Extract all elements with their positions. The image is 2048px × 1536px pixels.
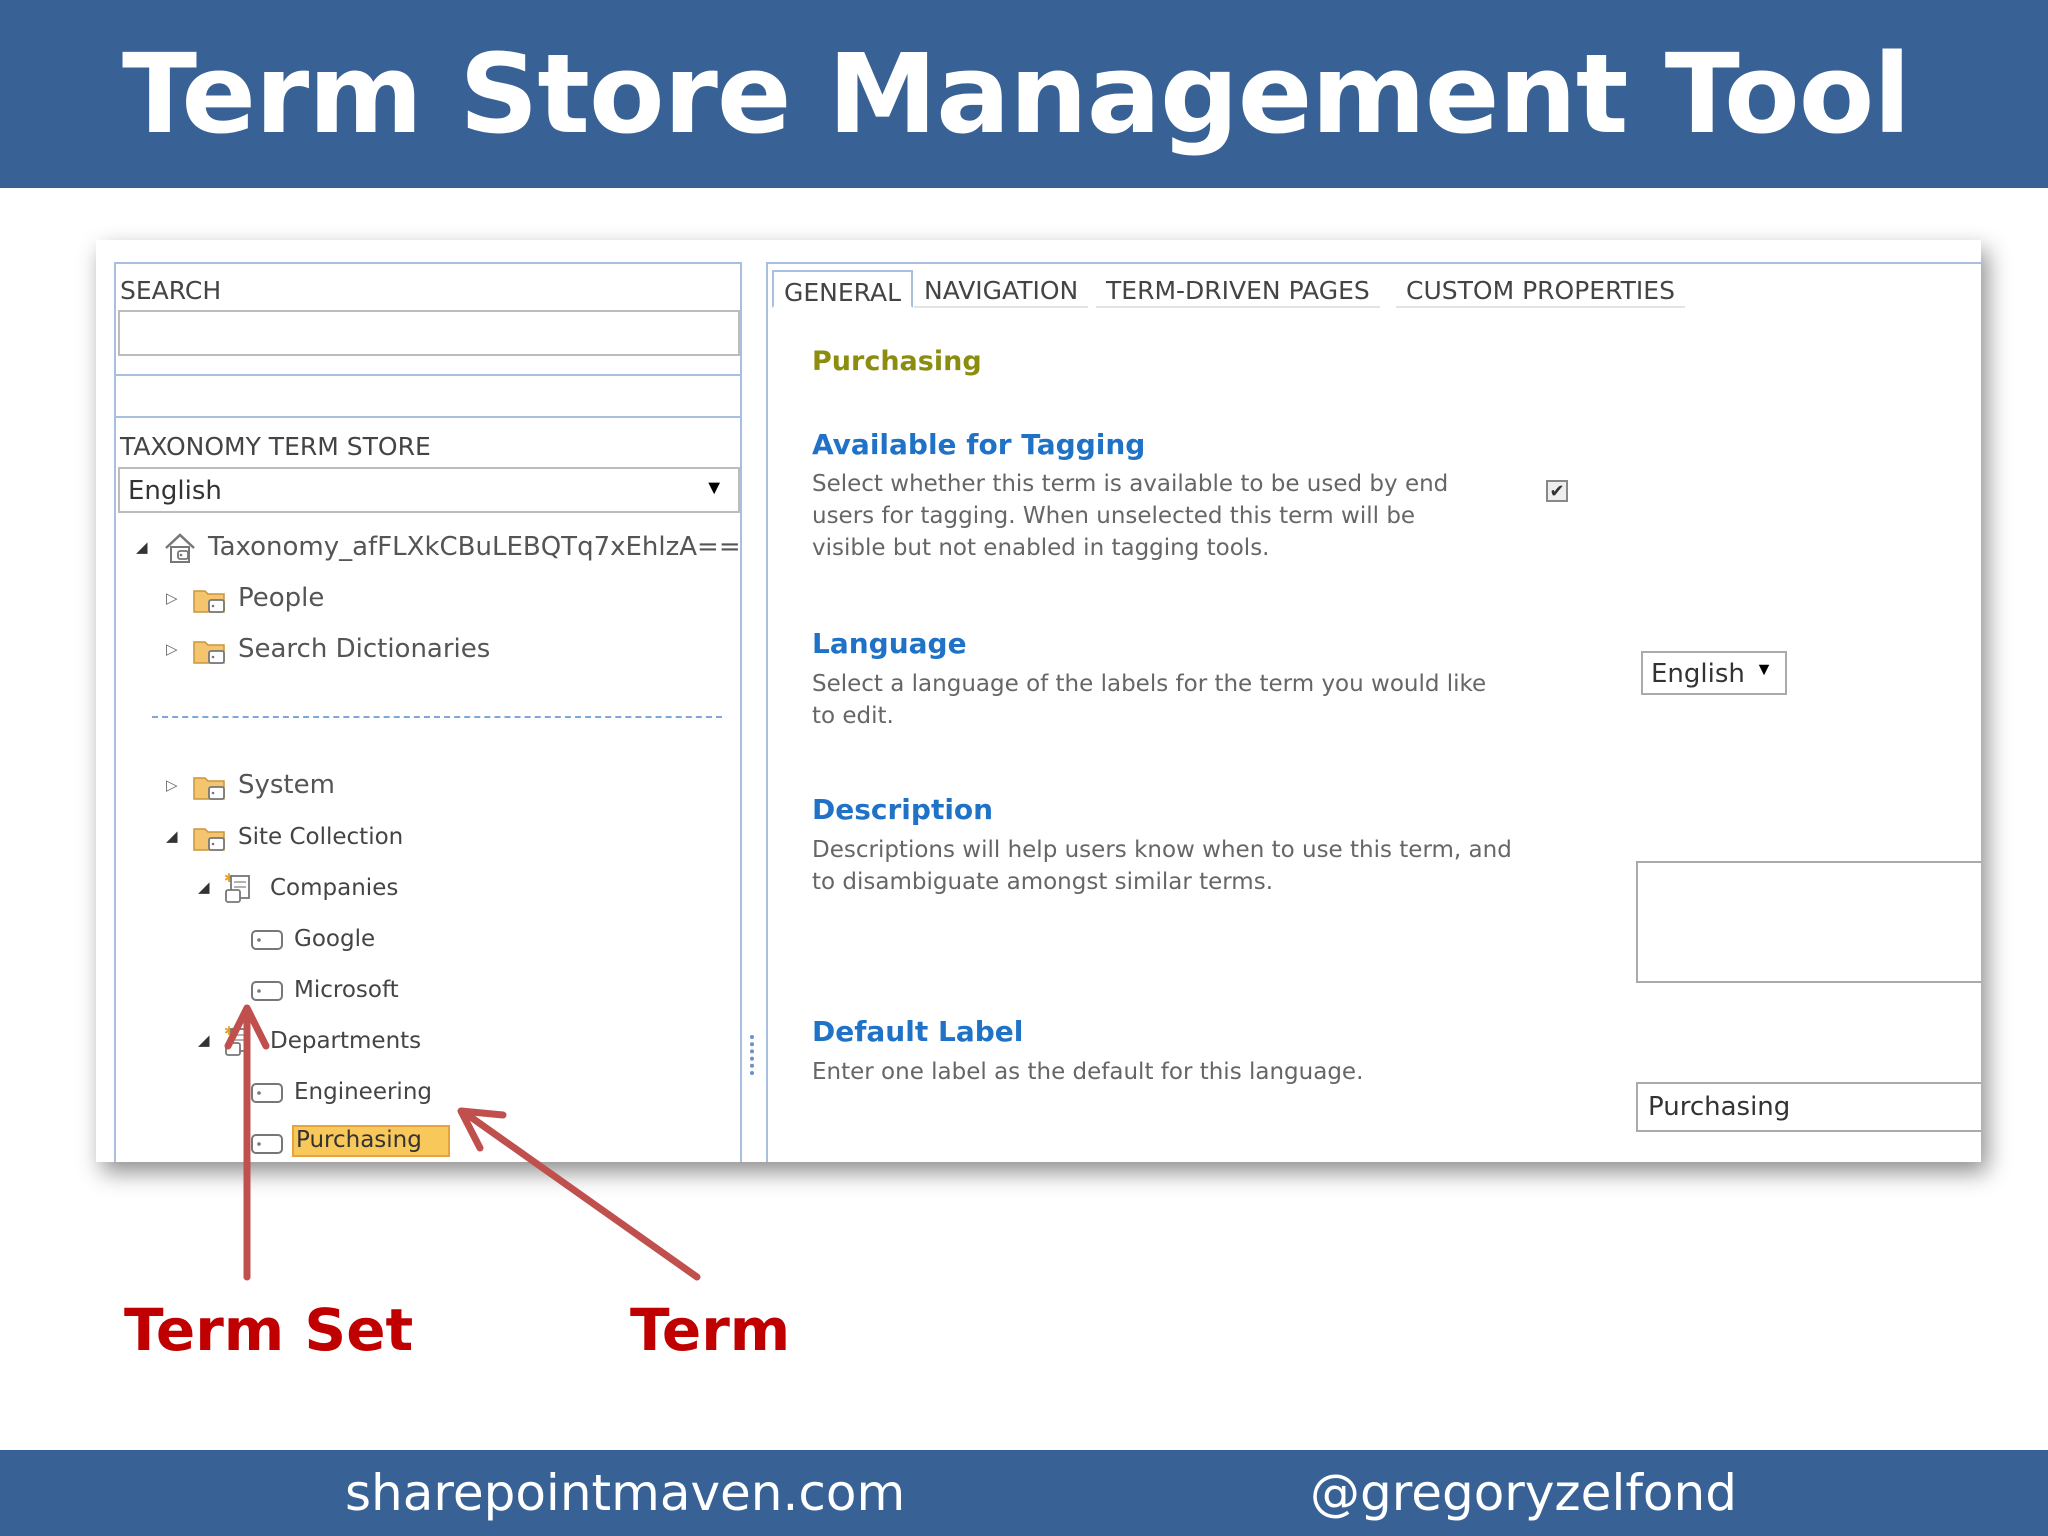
store-language-value: English <box>128 476 222 506</box>
term-tag-icon <box>251 1083 283 1103</box>
available-tagging-title: Available for Tagging <box>812 428 1146 461</box>
term-set-icon: ✱ <box>224 871 250 903</box>
description-textarea[interactable] <box>1636 861 1981 983</box>
term-store-screenshot: SEARCH TAXONOMY TERM STORE English ▼ ◢ T… <box>96 240 1981 1162</box>
description-help-text: Descriptions will help users know when t… <box>812 837 1512 895</box>
search-input[interactable] <box>118 310 740 356</box>
search-label: SEARCH <box>120 276 222 305</box>
description-title: Description <box>812 793 994 826</box>
default-label-input[interactable]: Purchasing <box>1636 1082 1981 1132</box>
right-panel: GENERAL NAVIGATION TERM-DRIVEN PAGES CUS… <box>766 262 1981 1162</box>
tab-general[interactable]: GENERAL <box>772 270 914 308</box>
available-tagging-description: Select whether this term is available to… <box>812 471 1449 561</box>
tree-divider <box>152 716 722 718</box>
term-tag-icon <box>251 930 283 950</box>
term-language-select[interactable]: English ▼ <box>1641 651 1787 695</box>
group-folder-icon <box>193 641 225 664</box>
group-folder-icon <box>193 777 225 800</box>
term-callout: Term <box>630 1296 791 1364</box>
expand-closed-icon[interactable]: ▷ <box>166 640 178 658</box>
tree-node-departments-label: Departments <box>270 1028 422 1054</box>
term-tag-icon <box>251 981 283 1001</box>
expand-open-icon[interactable]: ◢ <box>198 878 210 896</box>
chevron-down-icon: ▼ <box>1755 659 1773 679</box>
divider <box>116 416 740 418</box>
default-label-description: Enter one label as the default for this … <box>812 1059 1364 1085</box>
tab-custom-properties[interactable]: CUSTOM PROPERTIES <box>1396 270 1685 308</box>
term-tag-icon <box>251 1134 283 1154</box>
term-set-icon: ✱ <box>224 1024 250 1056</box>
check-icon: ✔ <box>1549 481 1565 501</box>
tree-node-engineering-label: Engineering <box>294 1079 432 1105</box>
language-title: Language <box>812 627 967 660</box>
left-panel: SEARCH TAXONOMY TERM STORE English ▼ ◢ T… <box>114 262 742 1162</box>
footer-handle: @gregoryzelfond <box>1310 1464 1737 1522</box>
taxonomy-store-label: TAXONOMY TERM STORE <box>120 432 431 461</box>
divider <box>116 374 740 376</box>
tree-node-system-label: System <box>238 770 335 800</box>
tree-node-companies-label: Companies <box>270 875 399 901</box>
footer-site-link: sharepointmaven.com <box>345 1464 906 1522</box>
tree-node-people-label: People <box>238 583 325 613</box>
term-store-home-icon <box>165 533 195 563</box>
group-folder-icon <box>193 828 225 851</box>
default-label-title: Default Label <box>812 1015 1024 1048</box>
available-tagging-checkbox[interactable]: ✔ <box>1546 480 1568 502</box>
term-name-heading: Purchasing <box>812 346 982 377</box>
group-folder-icon <box>193 590 225 613</box>
chevron-down-icon: ▼ <box>704 477 724 499</box>
tab-term-driven-pages[interactable]: TERM-DRIVEN PAGES <box>1096 270 1380 308</box>
tree-node-microsoft-label: Microsoft <box>294 977 399 1003</box>
footer-bar: sharepointmaven.com @gregoryzelfond <box>0 1450 2048 1536</box>
expand-closed-icon[interactable]: ▷ <box>166 776 178 794</box>
expand-open-icon[interactable]: ◢ <box>136 538 148 556</box>
tree-node-root-label: Taxonomy_afFLXkCBuLEBQTq7xEhlzA== <box>208 532 741 562</box>
term-language-value: English <box>1651 659 1745 689</box>
tree-node-site-collection-label: Site Collection <box>238 824 404 850</box>
expand-open-icon[interactable]: ◢ <box>198 1031 210 1049</box>
panel-splitter-handle[interactable] <box>750 1035 758 1075</box>
expand-open-icon[interactable]: ◢ <box>166 827 178 845</box>
default-label-value: Purchasing <box>1648 1092 1791 1122</box>
title-bar: Term Store Management Tool <box>0 0 2048 188</box>
tree-node-google-label: Google <box>294 926 376 952</box>
tab-navigation[interactable]: NAVIGATION <box>914 270 1089 308</box>
term-set-callout: Term Set <box>124 1296 414 1364</box>
store-language-select[interactable]: English ▼ <box>118 467 740 513</box>
language-description: Select a language of the labels for the … <box>812 671 1487 729</box>
expand-closed-icon[interactable]: ▷ <box>166 589 178 607</box>
tree-node-purchasing-label: Purchasing <box>292 1125 450 1157</box>
slide-title: Term Store Management Tool <box>122 30 1911 158</box>
tree-node-search-dictionaries-label: Search Dictionaries <box>238 634 491 664</box>
